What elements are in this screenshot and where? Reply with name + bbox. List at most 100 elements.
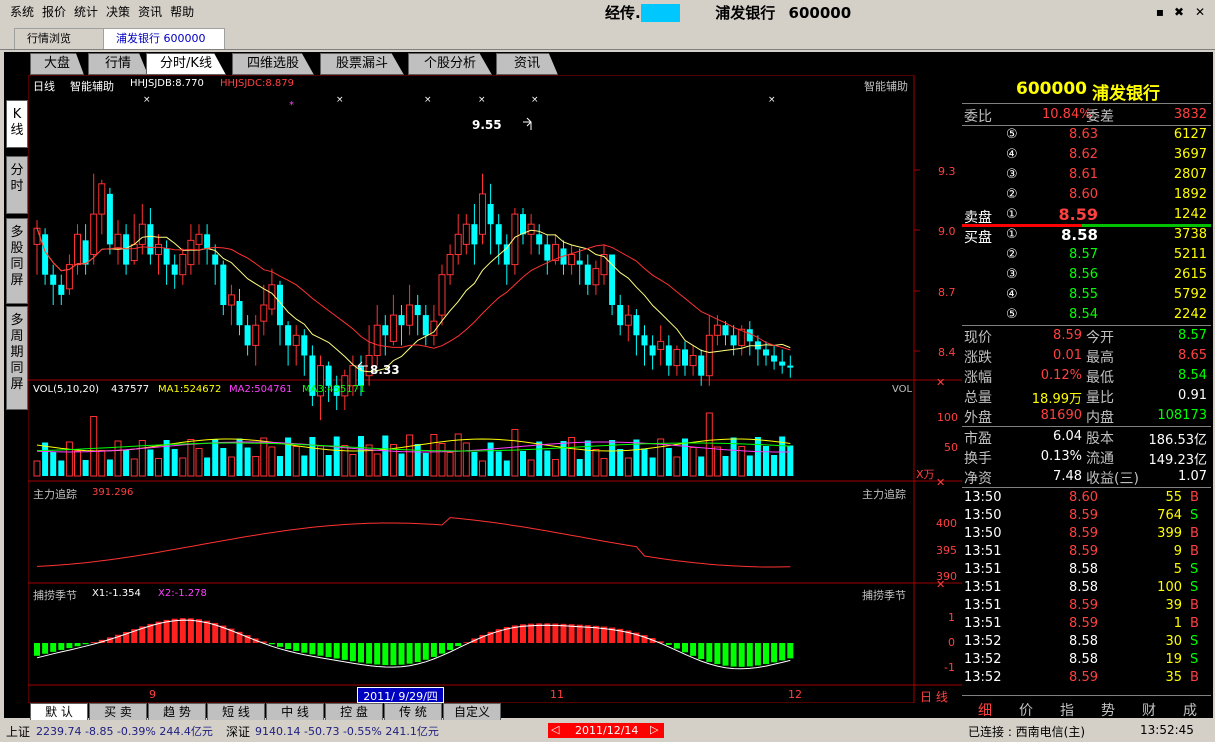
panel-tab-4[interactable]: 财 bbox=[1130, 700, 1168, 720]
volume-bar bbox=[479, 460, 486, 477]
close-icon[interactable]: ✕ bbox=[1193, 5, 1207, 19]
bl-bar bbox=[738, 643, 745, 667]
top-tab-5[interactable]: 个股分析 bbox=[408, 53, 492, 75]
bl-bar bbox=[763, 643, 769, 665]
stat-label-3: 总量 bbox=[964, 390, 992, 406]
date-prev-button[interactable]: ◁ bbox=[551, 723, 559, 736]
volume-bar bbox=[147, 449, 154, 476]
candle-body bbox=[438, 274, 446, 316]
zl-right-label: 主力追踪 bbox=[862, 488, 906, 501]
bottom-tab-5[interactable]: 控 盘 bbox=[325, 703, 383, 721]
minimize-icon[interactable]: ▪ bbox=[1153, 5, 1167, 19]
candle-body bbox=[114, 233, 122, 249]
bl-bar bbox=[520, 624, 526, 643]
side-tab-1[interactable]: 分 时 bbox=[6, 156, 28, 214]
bl-bar bbox=[536, 623, 543, 643]
candle-body bbox=[98, 183, 106, 215]
volume-bar bbox=[236, 438, 243, 476]
menu-item-3[interactable]: 决策 bbox=[102, 0, 134, 24]
stat-value2-3: 0.91 bbox=[1178, 388, 1207, 403]
volume-bar bbox=[471, 452, 478, 476]
volume-bar bbox=[771, 455, 778, 476]
side-tab-2[interactable]: 多 股 同 屏 bbox=[6, 218, 28, 304]
chart-indicator-label[interactable]: 智能辅助 bbox=[70, 78, 114, 94]
side-tab-0[interactable]: K 线 bbox=[6, 100, 28, 148]
restore-icon[interactable]: ✖ bbox=[1172, 5, 1186, 19]
candle-body bbox=[746, 329, 753, 342]
bl-bar bbox=[455, 643, 462, 647]
tick-vol-0: 55 bbox=[1165, 490, 1182, 505]
side-tab-3[interactable]: 多 周 期 同 屏 bbox=[6, 306, 28, 410]
volume-bar bbox=[754, 437, 761, 476]
tick-time-1: 13:50 bbox=[964, 508, 1002, 523]
bottom-tab-0[interactable]: 默 认 bbox=[30, 703, 88, 721]
bl-bar bbox=[196, 619, 202, 643]
quote-code: 600000 bbox=[1016, 79, 1087, 99]
tab-market-browse[interactable]: 行情浏览 bbox=[14, 28, 112, 49]
stat-label2-6: 流通 bbox=[1086, 451, 1114, 467]
bl-bar bbox=[771, 643, 778, 663]
panel-tab-1[interactable]: 价 bbox=[1007, 700, 1045, 720]
panel-tab-2[interactable]: 指 bbox=[1048, 700, 1086, 720]
stat-label2-0: 今开 bbox=[1086, 330, 1114, 346]
bottom-tab-2[interactable]: 趋 势 bbox=[148, 703, 206, 721]
menu-item-0[interactable]: 系统 bbox=[6, 0, 38, 24]
bl-bar bbox=[779, 643, 786, 661]
volume-bar bbox=[673, 456, 681, 477]
bl-bar bbox=[439, 643, 445, 654]
tab-stock-600000[interactable]: 浦发银行 600000 bbox=[103, 28, 225, 49]
volume-bar bbox=[551, 459, 559, 477]
bl-bar bbox=[568, 624, 575, 643]
menu-item-1[interactable]: 报价 bbox=[38, 0, 70, 24]
date-next-button[interactable]: ▷ bbox=[650, 723, 658, 736]
top-tab-3[interactable]: 四维选股 bbox=[232, 53, 314, 75]
candle-body bbox=[641, 335, 648, 346]
quote-divider-3 bbox=[962, 426, 1211, 427]
volume-bar bbox=[212, 439, 219, 476]
bottom-tab-6[interactable]: 传 统 bbox=[384, 703, 442, 721]
menu-item-4[interactable]: 资讯 bbox=[134, 0, 166, 24]
top-tab-4[interactable]: 股票漏斗 bbox=[320, 53, 404, 75]
bottom-tab-7[interactable]: 自定义 bbox=[443, 703, 501, 721]
candle-body bbox=[462, 223, 470, 245]
bl-x2: X2:-1.278 bbox=[158, 588, 207, 599]
weicha-value: 3832 bbox=[1173, 107, 1207, 122]
stat-value-5: 6.04 bbox=[1053, 429, 1082, 444]
bottom-tab-1[interactable]: 买 卖 bbox=[89, 703, 147, 721]
menu-item-5[interactable]: 帮助 bbox=[166, 0, 198, 24]
candle-body bbox=[584, 264, 591, 285]
volume-bar bbox=[373, 453, 381, 477]
zl-axis-395: 395 bbox=[936, 544, 957, 557]
bl-axis-neg1: -1 bbox=[944, 661, 955, 674]
volume-bar bbox=[309, 437, 316, 476]
top-tab-1[interactable]: 行情 bbox=[88, 53, 148, 75]
price-axis-9.3: 9.3 bbox=[938, 165, 956, 178]
bid-level-3: ④ bbox=[1006, 287, 1018, 302]
candle-body bbox=[227, 294, 235, 306]
stat-value2-6: 149.23亿 bbox=[1148, 453, 1208, 468]
bl-bar bbox=[163, 619, 170, 643]
tick-price-0: 8.60 bbox=[1069, 490, 1098, 505]
volume-bar bbox=[624, 457, 632, 477]
top-tab-6[interactable]: 资讯 bbox=[496, 53, 558, 75]
menu-item-2[interactable]: 统计 bbox=[70, 0, 102, 24]
top-tab-2[interactable]: 分时/K线 bbox=[146, 53, 226, 75]
candle-body bbox=[212, 254, 219, 265]
candle-body bbox=[779, 361, 786, 366]
stat-label-6: 换手 bbox=[964, 451, 992, 467]
price-axis-9.0: 9.0 bbox=[938, 225, 956, 238]
panel-tab-0[interactable]: 细 bbox=[966, 700, 1004, 720]
volume-bar bbox=[349, 454, 357, 477]
bottom-tab-3[interactable]: 短 线 bbox=[207, 703, 265, 721]
bottom-tab-4[interactable]: 中 线 bbox=[266, 703, 324, 721]
vol-value: 437577 bbox=[111, 384, 150, 395]
top-tab-0[interactable]: 大盘 bbox=[30, 53, 84, 75]
bl-bar bbox=[179, 618, 186, 643]
panel-tab-3[interactable]: 势 bbox=[1089, 700, 1127, 720]
bid-price-0: 8.58 bbox=[1060, 226, 1098, 244]
panel-tab-5[interactable]: 成 bbox=[1171, 700, 1209, 720]
candle-body bbox=[527, 223, 535, 235]
ask-vol-3: 1892 bbox=[1173, 187, 1207, 202]
vol-label: VOL(5,10,20) bbox=[33, 384, 100, 395]
indicator-hhjsjdc: HHJSJDC:8.879 bbox=[220, 78, 294, 89]
